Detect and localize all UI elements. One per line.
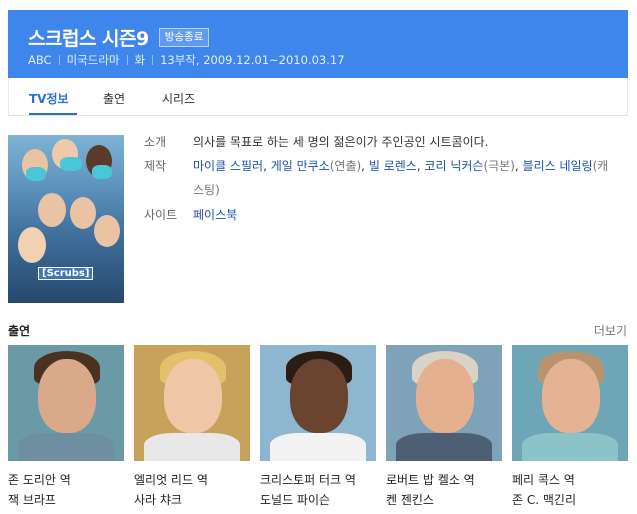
meta-airday: 화	[134, 53, 146, 67]
cast-role: 엘리엇 리드 역	[134, 473, 208, 487]
cast-card[interactable]: 엘리엇 리드 역사라 챠크	[134, 345, 250, 510]
cast-photo-shoulders	[522, 433, 618, 461]
meta-divider	[58, 55, 60, 65]
cast-actor-name[interactable]: 사라 챠크	[134, 490, 250, 510]
info-production: 마이클 스필러, 게일 만쿠소(연출), 빌 로렌스, 코리 닉커슨(극본), …	[193, 159, 609, 197]
cast-photo-face	[542, 359, 600, 433]
cast-photo[interactable]	[260, 345, 376, 461]
cast-actor-name[interactable]: 켄 젠킨스	[386, 490, 502, 510]
cast-actor-name[interactable]: 잭 브라프	[8, 490, 124, 510]
poster-mask	[26, 167, 46, 181]
info-label-site: 사이트	[144, 208, 178, 222]
cast-card[interactable]: 페리 콕스 역존 C. 맥긴리	[512, 345, 628, 510]
cast-photo-shoulders	[18, 433, 114, 461]
producer-link[interactable]: 마이클 스필러	[193, 159, 263, 173]
cast-card[interactable]: 존 도리안 역잭 브라프	[8, 345, 124, 510]
facebook-link[interactable]: 페이스북	[193, 205, 237, 225]
cast-actor-name[interactable]: 도널드 파이슨	[260, 490, 376, 510]
meta-episodes-dates: 13부작, 2009.12.01~2010.03.17	[160, 53, 345, 67]
poster-logo: [Scrubs]	[38, 267, 94, 280]
cast-photo-shoulders	[144, 433, 240, 461]
tab-tv-info[interactable]: TV정보	[29, 90, 69, 107]
meta-divider	[126, 55, 128, 65]
active-tab-indicator	[29, 113, 77, 115]
cast-photo-face	[290, 359, 348, 433]
tab-cast[interactable]: 출연	[103, 90, 125, 107]
show-meta: ABC 미국드라마 화 13부작, 2009.12.01~2010.03.17	[28, 52, 345, 68]
meta-network: ABC	[28, 53, 52, 67]
title-row: 스크럽스 시즌9 방송종료	[28, 24, 210, 51]
poster-face	[94, 215, 120, 247]
more-cast-link[interactable]: 더보기	[594, 322, 627, 339]
cast-role: 크리스토퍼 터크 역	[260, 473, 356, 487]
director-link[interactable]: 게일 만쿠소	[271, 159, 330, 173]
page-title[interactable]: 스크럽스 시즌9	[28, 24, 149, 51]
cast-photo-shoulders	[396, 433, 492, 461]
cast-actor-name[interactable]: 존 C. 맥긴리	[512, 490, 628, 510]
info-label-production: 제작	[144, 159, 167, 173]
meta-genre: 미국드라마	[66, 53, 120, 67]
cast-photo[interactable]	[386, 345, 502, 461]
cast-photo[interactable]	[134, 345, 250, 461]
title-banner: 스크럽스 시즌9 방송종료 ABC 미국드라마 화 13부작, 2009.12.…	[8, 10, 628, 78]
cast-role: 페리 콕스 역	[512, 473, 575, 487]
cast-card[interactable]: 크리스토퍼 터크 역도널드 파이슨	[260, 345, 376, 510]
cast-photo-face	[416, 359, 474, 433]
tab-series[interactable]: 시리즈	[162, 90, 195, 107]
cast-photo[interactable]	[8, 345, 124, 461]
cast-photo-shoulders	[270, 433, 366, 461]
cast-photo-face	[38, 359, 96, 433]
poster-mask	[60, 157, 82, 171]
writer-role: (극본)	[483, 159, 515, 173]
info-summary: 의사를 목표로 하는 세 명의 젊은이가 주인공인 시트콤이다.	[193, 135, 489, 149]
cast-photo[interactable]	[512, 345, 628, 461]
casting-link[interactable]: 블리스 네일링	[523, 159, 593, 173]
meta-divider	[152, 55, 154, 65]
info-label-summary: 소개	[144, 135, 167, 149]
cast-section-title: 출연	[8, 324, 31, 338]
cast-role: 로버트 밥 켈소 역	[386, 473, 475, 487]
status-badge: 방송종료	[158, 28, 210, 47]
poster-face	[70, 197, 96, 229]
poster-face	[18, 227, 46, 263]
writer-link[interactable]: 코리 닉커슨	[424, 159, 483, 173]
cast-role: 존 도리안 역	[8, 473, 71, 487]
poster-mask	[92, 165, 112, 179]
tab-bar: TV정보 출연 시리즈	[8, 78, 628, 116]
cast-card[interactable]: 로버트 밥 켈소 역켄 젠킨스	[386, 345, 502, 510]
creator-link[interactable]: 빌 로렌스	[369, 159, 417, 173]
cast-photo-face	[164, 359, 222, 433]
show-poster[interactable]: [Scrubs]	[8, 135, 124, 303]
poster-face	[38, 193, 66, 227]
director-role: (연출)	[329, 159, 362, 173]
